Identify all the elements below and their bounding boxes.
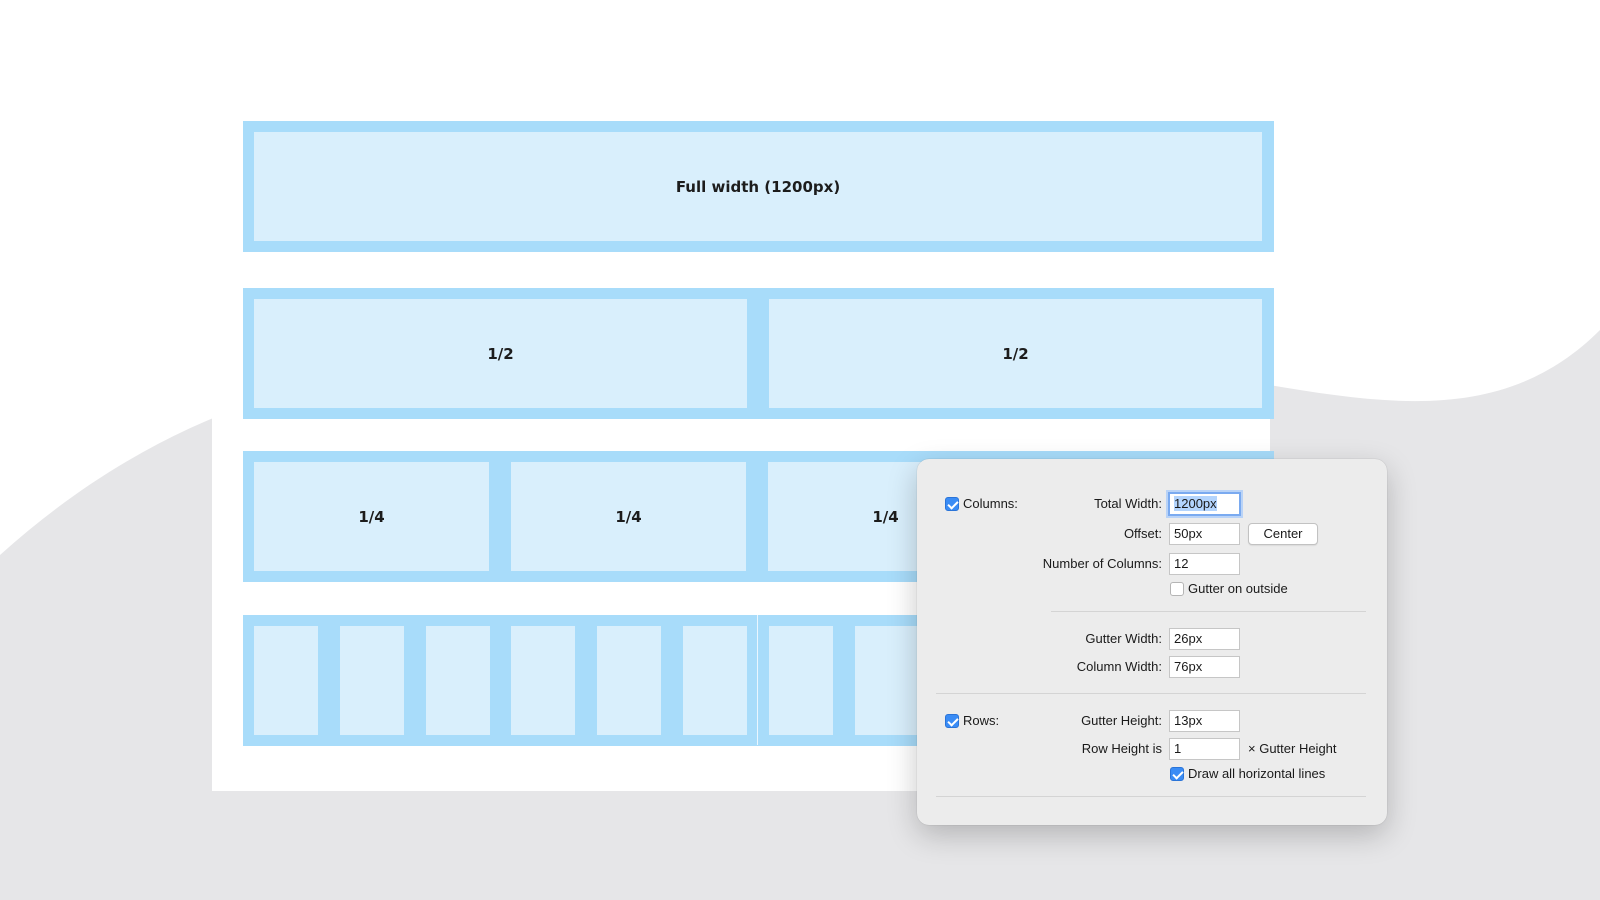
rows-checkbox-label: Rows: [963,713,1000,728]
row-height-label: Row Height is [1081,741,1162,756]
quarter-label: 1/4 [615,507,642,526]
layout-settings-dialog: Columns: Total Width: 1200px Offset: 50p… [917,459,1387,825]
gutter-height-field[interactable]: 13px [1169,710,1240,732]
draw-horizontal-lines-label: Draw all horizontal lines [1188,766,1326,781]
number-of-columns-label: Number of Columns: [1042,556,1162,571]
row-height-suffix: × Gutter Height [1248,741,1337,756]
column-width-field[interactable]: 76px [1169,656,1240,678]
quarter-label: 1/4 [358,507,385,526]
rows-checkbox[interactable] [945,714,959,728]
half-cell: 1/2 [254,299,747,408]
gutter-outside-label: Gutter on outside [1188,581,1288,596]
offset-field[interactable]: 50px [1169,523,1240,545]
twelfth-cell [769,626,833,735]
full-width-cell: Full width (1200px) [254,132,1262,241]
number-of-columns-field[interactable]: 12 [1169,553,1240,575]
draw-horizontal-lines-checkbox[interactable] [1170,767,1184,781]
bottom-divider [936,796,1366,797]
twelfth-cell [855,626,919,735]
row-height-field[interactable]: 1 [1169,738,1240,760]
columns-checkbox[interactable] [945,497,959,511]
quarter-label: 1/4 [872,507,899,526]
half-label: 1/2 [1002,344,1029,363]
column-width-label: Column Width: [1076,659,1162,674]
columns-checkbox-label: Columns: [963,496,1018,511]
twelfth-cell [683,626,747,735]
full-width-label: Full width (1200px) [675,177,841,196]
total-width-field[interactable]: 1200px [1168,492,1241,516]
gutter-outside-checkbox[interactable] [1170,582,1184,596]
gutter-width-label: Gutter Width: [1085,631,1162,646]
center-button[interactable]: Center [1248,523,1318,545]
section-divider [936,693,1366,694]
gutter-width-field[interactable]: 26px [1169,628,1240,650]
columns-divider [1051,611,1366,612]
twelfth-cell [340,626,404,735]
twelfth-cell [511,626,575,735]
center-guide-line [757,615,758,745]
twelfth-cell [597,626,661,735]
half-cell: 1/2 [769,299,1262,408]
total-width-label: Total Width: [1094,496,1162,511]
offset-label: Offset: [1123,526,1162,541]
twelfth-cell [426,626,490,735]
quarter-cell: 1/4 [511,462,746,571]
gutter-height-label: Gutter Height: [1081,713,1162,728]
half-label: 1/2 [487,344,514,363]
total-width-value: 1200px [1174,496,1217,511]
quarter-cell: 1/4 [254,462,489,571]
twelfth-cell [254,626,318,735]
